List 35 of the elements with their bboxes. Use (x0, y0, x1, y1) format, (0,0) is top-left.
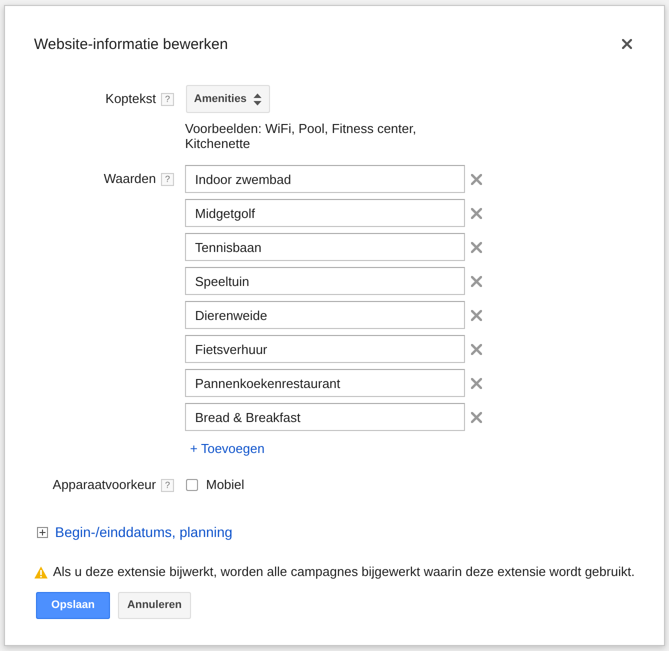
value-input[interactable]: Dierenweide (185, 301, 465, 329)
dialog-title: Website-informatie bewerken (34, 36, 228, 54)
remove-icon[interactable] (471, 378, 482, 388)
remove-icon[interactable] (471, 208, 482, 218)
value-input[interactable]: Midgetgolf (185, 199, 465, 227)
remove-icon[interactable] (471, 276, 482, 286)
cancel-button[interactable]: Annuleren (118, 592, 191, 619)
checkbox-label: Mobiel (206, 477, 244, 493)
warning-text: Als u deze extensie bijwerkt, worden alle campagnes bijgewerkt waarin deze extensie wordt gebruikt. (53, 564, 635, 580)
add-link[interactable]: + Toevoegen (190, 441, 265, 457)
heading-select[interactable]: Amenities (186, 85, 270, 113)
remove-icon[interactable] (471, 174, 482, 184)
value-input[interactable]: Bread & Breakfast (185, 403, 465, 431)
help-icon[interactable]: ? (161, 172, 174, 186)
sort-arrows-icon (252, 92, 262, 106)
value-input[interactable]: Speeltuin (185, 267, 465, 295)
help-icon[interactable]: ? (161, 478, 174, 492)
value-input[interactable]: Tennisbaan (185, 233, 465, 261)
checkbox[interactable] (186, 479, 198, 491)
expand-icon[interactable] (37, 526, 48, 538)
field-label: Koptekst (105, 91, 156, 107)
close-icon[interactable] (622, 38, 632, 48)
examples-text: Voorbeelden: WiFi, Pool, Fitness center, Kitchenette (185, 121, 418, 151)
value-input[interactable]: Indoor zwembad (185, 165, 465, 193)
remove-icon[interactable] (471, 310, 482, 320)
remove-icon[interactable] (471, 412, 482, 422)
schedule-link[interactable]: Begin-/einddatums, planning (55, 524, 232, 540)
value-input[interactable]: Fietsverhuur (185, 335, 465, 363)
help-icon[interactable]: ? (161, 92, 174, 106)
warning-icon (34, 566, 48, 578)
remove-icon[interactable] (471, 344, 482, 354)
value-input[interactable]: Pannenkoekenrestaurant (185, 369, 465, 397)
remove-icon[interactable] (471, 242, 482, 252)
field-label: Waarden (104, 171, 156, 187)
field-label: Apparaatvoorkeur (52, 477, 156, 493)
